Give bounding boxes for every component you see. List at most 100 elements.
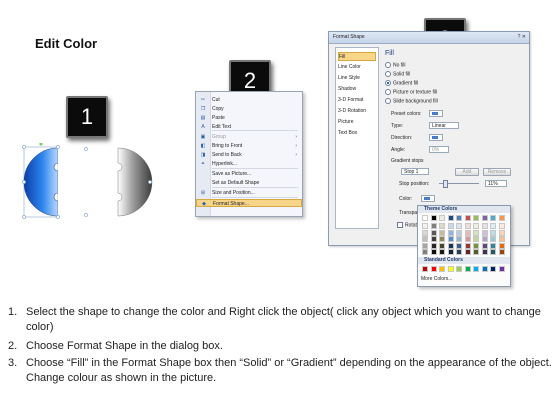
standard-color-swatch[interactable] — [490, 266, 496, 272]
theme-shade-swatch[interactable] — [498, 229, 505, 236]
theme-shade-swatch[interactable] — [456, 223, 462, 229]
radio-button[interactable] — [385, 62, 391, 68]
theme-color-swatch[interactable] — [473, 215, 479, 221]
add-stop-button[interactable]: Add — [455, 168, 479, 176]
standard-color-swatch[interactable] — [447, 266, 454, 272]
theme-shade-swatch[interactable] — [439, 249, 445, 256]
theme-shade-swatch[interactable] — [473, 249, 479, 256]
standard-color-swatch[interactable] — [498, 266, 505, 272]
menu-item[interactable]: Save as Picture... — [196, 170, 302, 178]
shapes-canvas[interactable] — [22, 142, 162, 221]
radio-button[interactable] — [385, 98, 391, 104]
theme-shade-swatch[interactable] — [456, 249, 462, 256]
theme-shade-swatch[interactable] — [447, 229, 454, 236]
nav-item[interactable]: Text Box — [338, 129, 376, 138]
menu-item[interactable]: ◧ Bring to Front › — [196, 142, 302, 150]
radio-button[interactable] — [385, 71, 391, 77]
menu-item[interactable]: ◆ Format Shape... — [196, 199, 302, 207]
theme-shade-swatch[interactable] — [439, 242, 445, 249]
theme-shade-swatch[interactable] — [456, 242, 462, 249]
theme-shade-swatch[interactable] — [481, 236, 488, 243]
theme-shade-swatch[interactable] — [481, 223, 488, 229]
theme-shade-swatch[interactable] — [490, 229, 496, 236]
theme-shade-swatch[interactable] — [490, 249, 496, 256]
fill-option[interactable]: Slide background fill — [385, 98, 438, 104]
theme-shade-swatch[interactable] — [430, 223, 437, 229]
gray-half-shape[interactable] — [117, 147, 153, 217]
menu-item[interactable]: ◨ Send to Back › — [196, 151, 302, 159]
standard-color-swatch[interactable] — [464, 266, 471, 272]
menu-item[interactable]: ❐ Copy — [196, 105, 302, 113]
menu-item[interactable]: ✂ Cut — [196, 96, 302, 104]
menu-item[interactable]: ⚭ Hyperlink... — [196, 160, 302, 168]
direction-button[interactable] — [429, 134, 443, 141]
dialog-window-controls[interactable]: ? ✕ — [518, 34, 526, 40]
theme-color-swatch[interactable] — [498, 215, 505, 221]
angle-input[interactable]: 0% — [429, 146, 449, 153]
theme-shade-swatch[interactable] — [490, 236, 496, 243]
standard-color-swatch[interactable] — [422, 266, 428, 272]
standard-color-swatch[interactable] — [473, 266, 479, 272]
stop-select[interactable]: Stop 1 — [401, 168, 429, 175]
nav-item[interactable]: Fill — [338, 52, 376, 61]
blue-half-shape[interactable] — [23, 147, 59, 217]
fill-option[interactable]: Gradient fill — [385, 80, 418, 86]
fill-option[interactable]: No fill — [385, 62, 406, 68]
nav-item[interactable]: 3-D Rotation — [338, 107, 376, 116]
standard-color-swatch[interactable] — [481, 266, 488, 272]
theme-shade-swatch[interactable] — [498, 249, 505, 256]
theme-shade-swatch[interactable] — [490, 223, 496, 229]
fill-option[interactable]: Picture or texture fill — [385, 89, 437, 95]
rotate-checkbox[interactable] — [397, 222, 403, 228]
theme-shade-swatch[interactable] — [473, 229, 479, 236]
theme-shade-swatch[interactable] — [447, 223, 454, 229]
theme-color-swatch[interactable] — [481, 215, 488, 221]
more-colors-link[interactable]: More Colors... — [421, 276, 452, 282]
theme-shade-swatch[interactable] — [422, 223, 428, 229]
nav-item[interactable]: Line Color — [338, 63, 376, 72]
theme-shade-swatch[interactable] — [430, 236, 437, 243]
theme-shade-swatch[interactable] — [430, 242, 437, 249]
theme-color-swatch[interactable] — [456, 215, 462, 221]
slider-thumb[interactable] — [443, 180, 448, 188]
theme-color-swatch[interactable] — [439, 215, 445, 221]
standard-color-swatch[interactable] — [439, 266, 445, 272]
nav-item[interactable]: Line Style — [338, 74, 376, 83]
theme-shade-swatch[interactable] — [430, 229, 437, 236]
preset-colors-button[interactable] — [429, 110, 443, 117]
theme-shade-swatch[interactable] — [447, 236, 454, 243]
theme-shade-swatch[interactable] — [456, 236, 462, 243]
menu-item[interactable]: ▣ Group › — [196, 133, 302, 141]
theme-shade-swatch[interactable] — [430, 249, 437, 256]
theme-shade-swatch[interactable] — [439, 223, 445, 229]
radio-button[interactable] — [385, 80, 391, 86]
stop-position-input[interactable]: 11% — [485, 180, 507, 187]
menu-item[interactable]: Set as Default Shape — [196, 179, 302, 187]
theme-color-swatch[interactable] — [464, 215, 471, 221]
menu-item[interactable]: ▤ Paste — [196, 114, 302, 122]
theme-shade-swatch[interactable] — [464, 242, 471, 249]
theme-shade-swatch[interactable] — [473, 242, 479, 249]
selected-shapes[interactable] — [22, 142, 162, 221]
standard-color-swatch[interactable] — [456, 266, 462, 272]
nav-item[interactable]: 3-D Format — [338, 96, 376, 105]
theme-shade-swatch[interactable] — [447, 242, 454, 249]
theme-shade-swatch[interactable] — [422, 242, 428, 249]
rotate-handle[interactable] — [39, 142, 43, 146]
theme-color-swatch[interactable] — [490, 215, 496, 221]
theme-shade-swatch[interactable] — [456, 229, 462, 236]
theme-shade-swatch[interactable] — [481, 249, 488, 256]
nav-item[interactable]: Shadow — [338, 85, 376, 94]
nav-item[interactable]: Picture — [338, 118, 376, 127]
theme-shade-swatch[interactable] — [490, 242, 496, 249]
theme-shade-swatch[interactable] — [481, 229, 488, 236]
remove-stop-button[interactable]: Remove — [483, 168, 511, 176]
menu-item[interactable]: ⊞ Size and Position... — [196, 189, 302, 197]
theme-shade-swatch[interactable] — [422, 229, 428, 236]
theme-shade-swatch[interactable] — [464, 229, 471, 236]
fill-option[interactable]: Solid fill — [385, 71, 410, 77]
theme-shade-swatch[interactable] — [498, 236, 505, 243]
theme-shade-swatch[interactable] — [422, 236, 428, 243]
theme-shade-swatch[interactable] — [464, 236, 471, 243]
theme-shade-swatch[interactable] — [447, 249, 454, 256]
